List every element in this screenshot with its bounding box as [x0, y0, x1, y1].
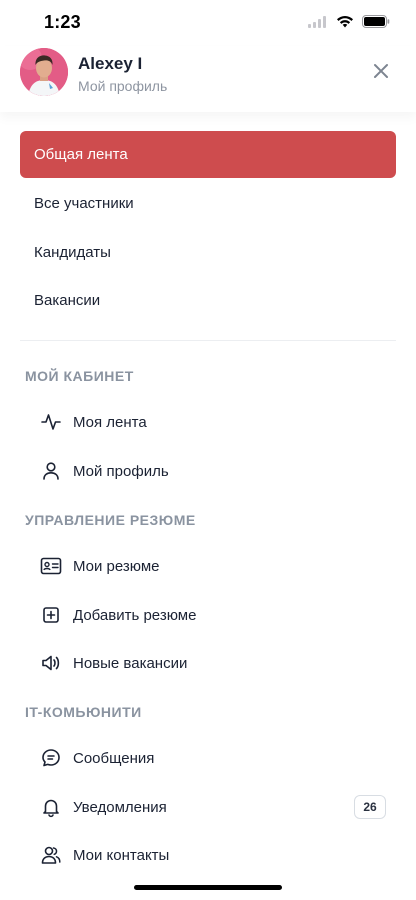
user-name[interactable]: Alexey I	[78, 54, 142, 74]
close-icon	[374, 64, 388, 78]
menu-item-my-feed[interactable]: Моя лента	[40, 402, 396, 442]
menu-label: Мой профиль	[73, 462, 169, 480]
section-title-cabinet: МОЙ КАБИНЕТ	[25, 368, 134, 384]
menu-item-my-resumes[interactable]: Мои резюме	[40, 546, 396, 586]
avatar-image	[20, 48, 68, 96]
menu-label: Сообщения	[73, 749, 155, 767]
signal-icon	[308, 15, 326, 28]
menu-item-new-vacancies[interactable]: Новые вакансии	[40, 643, 396, 683]
users-icon	[40, 844, 62, 866]
menu-item-my-contacts[interactable]: Мои контакты	[40, 835, 396, 875]
status-time: 1:23	[44, 12, 81, 32]
menu-label: Уведомления	[73, 798, 167, 816]
avatar[interactable]	[20, 48, 68, 96]
activity-icon	[40, 411, 62, 433]
id-card-icon	[40, 555, 62, 577]
menu-label: Мои резюме	[73, 557, 160, 575]
drawer-header: Alexey I Мой профиль	[0, 46, 416, 112]
plus-square-icon	[40, 604, 62, 626]
menu-label: Новые вакансии	[73, 654, 188, 672]
nav-item-vacancies[interactable]: Вакансии	[20, 277, 396, 326]
menu-item-my-profile[interactable]: Мой профиль	[40, 451, 396, 491]
divider	[20, 340, 396, 341]
message-icon	[40, 747, 62, 769]
bell-icon	[40, 796, 62, 818]
menu-label: Моя лента	[73, 413, 147, 431]
menu-item-messages[interactable]: Сообщения	[40, 738, 396, 778]
close-button[interactable]	[370, 60, 392, 82]
wifi-icon	[337, 15, 353, 28]
nav-item-general-feed[interactable]: Общая лента	[20, 131, 396, 178]
user-icon	[40, 460, 62, 482]
battery-icon	[362, 15, 390, 28]
my-profile-link[interactable]: Мой профиль	[78, 78, 167, 94]
section-title-community: IT-КОМЬЮНИТИ	[25, 704, 142, 720]
nav-item-candidates[interactable]: Кандидаты	[20, 228, 396, 277]
menu-label: Добавить резюме	[73, 606, 197, 624]
megaphone-icon	[40, 652, 62, 674]
home-indicator[interactable]	[134, 885, 282, 890]
menu-item-add-resume[interactable]: Добавить резюме	[40, 595, 396, 635]
section-title-resume: УПРАВЛЕНИЕ РЕЗЮМЕ	[25, 512, 196, 528]
main-nav: Общая лента Все участники Кандидаты Вака…	[0, 131, 416, 325]
notifications-count-badge: 26	[354, 795, 386, 819]
nav-item-all-members[interactable]: Все участники	[20, 180, 396, 229]
menu-label: Мои контакты	[73, 846, 170, 864]
status-icons	[308, 15, 390, 28]
menu-item-notifications[interactable]: Уведомления 26	[40, 787, 396, 827]
status-bar: 1:23	[0, 0, 416, 46]
